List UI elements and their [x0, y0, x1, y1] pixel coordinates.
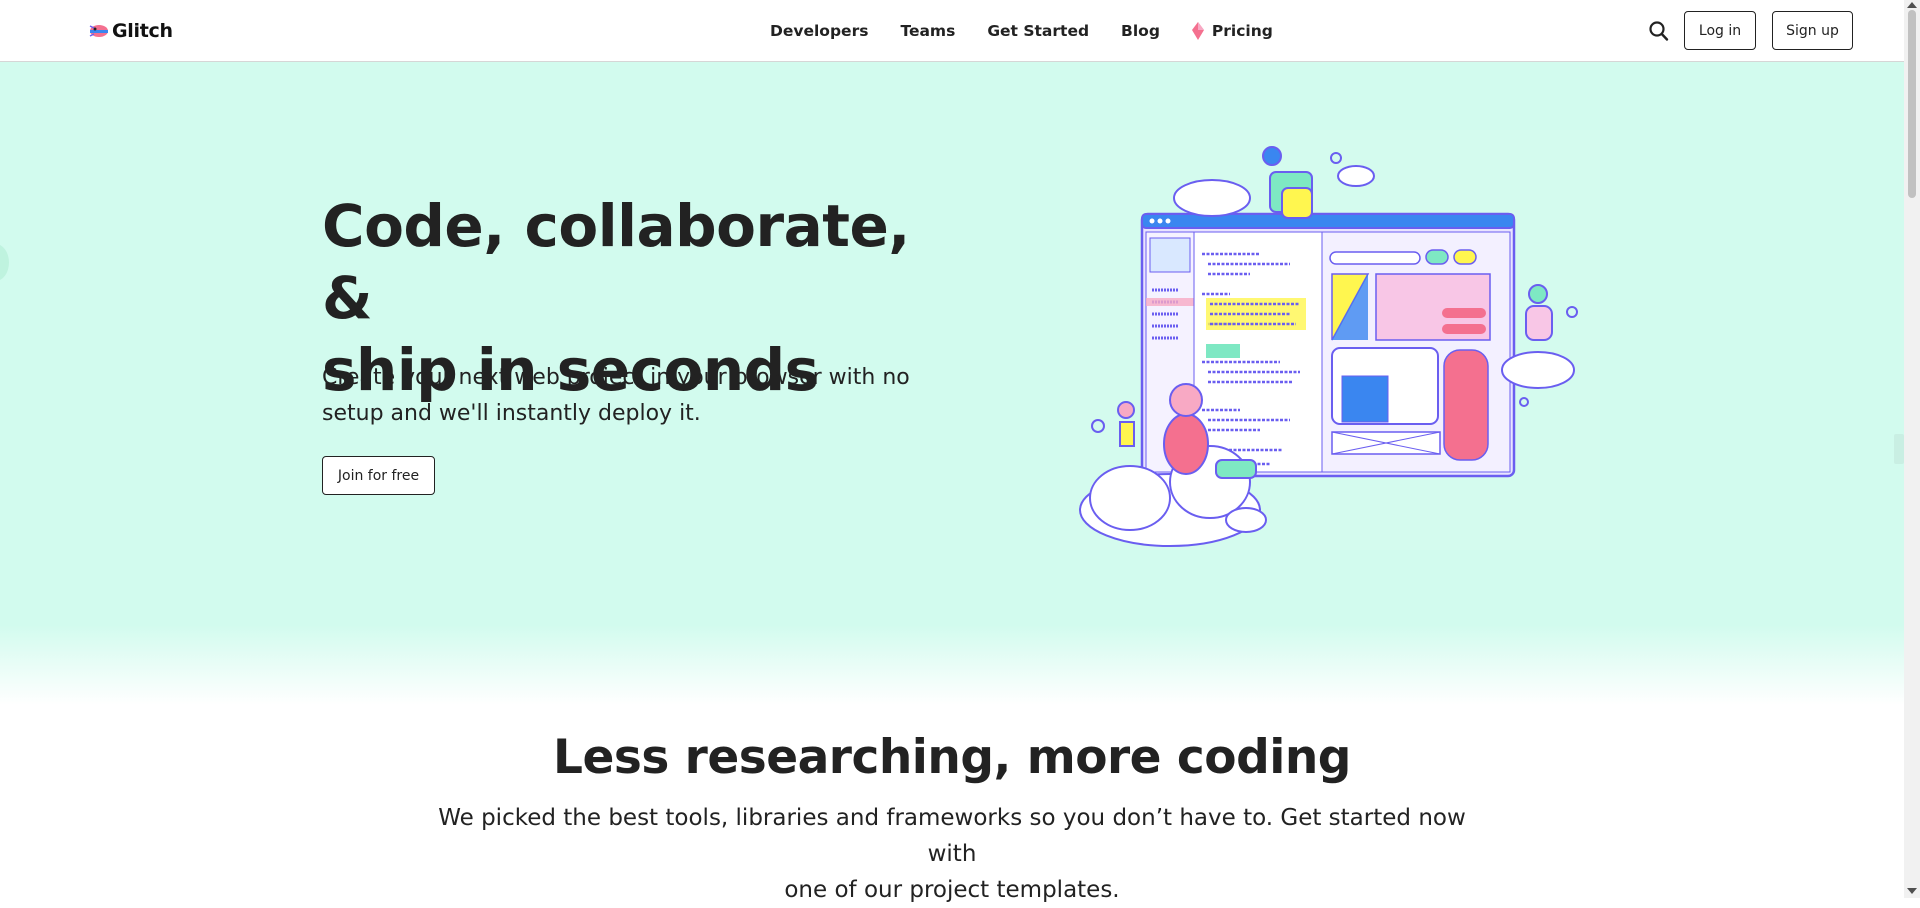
section-title: Less researching, more coding — [553, 730, 1351, 785]
nav-get-started[interactable]: Get Started — [987, 22, 1089, 40]
hero-fade — [0, 625, 1904, 705]
nav-developers[interactable]: Developers — [770, 22, 868, 40]
main-nav: Developers Teams Get Started Blog Pricin… — [770, 0, 1273, 62]
hero-subtitle: Create your next web project in your bro… — [322, 360, 942, 432]
hero-illustration — [1060, 130, 1600, 550]
section-subtitle-line-2: one of our project templates. — [784, 877, 1120, 903]
section-subtitle-line-1: We picked the best tools, libraries and … — [438, 805, 1466, 867]
hero-title-line-1: Code, collaborate, & — [322, 192, 910, 332]
search-icon[interactable] — [1648, 19, 1670, 43]
nav-pricing[interactable]: Pricing — [1191, 22, 1273, 40]
logo-text: Glitch — [112, 20, 173, 42]
decorative-bubble — [0, 244, 9, 281]
signup-button[interactable]: Sign up — [1772, 11, 1853, 50]
scroll-down-arrow-icon[interactable] — [1907, 888, 1917, 894]
nav-teams[interactable]: Teams — [900, 22, 955, 40]
nav-pricing-label: Pricing — [1211, 22, 1273, 40]
gem-icon — [1191, 22, 1204, 40]
glitch-fish-icon — [89, 25, 108, 37]
section-subtitle: We picked the best tools, libraries and … — [430, 800, 1474, 908]
scrollbar-thumb[interactable] — [1908, 10, 1916, 198]
scroll-up-arrow-icon[interactable] — [1907, 2, 1917, 8]
glitch-logo[interactable]: Glitch — [88, 18, 173, 44]
hero-subtitle-line-1: Create your next web project in your bro… — [322, 365, 910, 390]
nav-blog[interactable]: Blog — [1121, 22, 1160, 40]
site-header: Glitch Developers Teams Get Started Blog… — [0, 0, 1904, 62]
login-button[interactable]: Log in — [1684, 11, 1756, 50]
hero-subtitle-line-2: setup and we'll instantly deploy it. — [322, 401, 701, 426]
side-scroll-tab[interactable] — [1894, 434, 1904, 464]
join-for-free-button[interactable]: Join for free — [322, 456, 435, 495]
